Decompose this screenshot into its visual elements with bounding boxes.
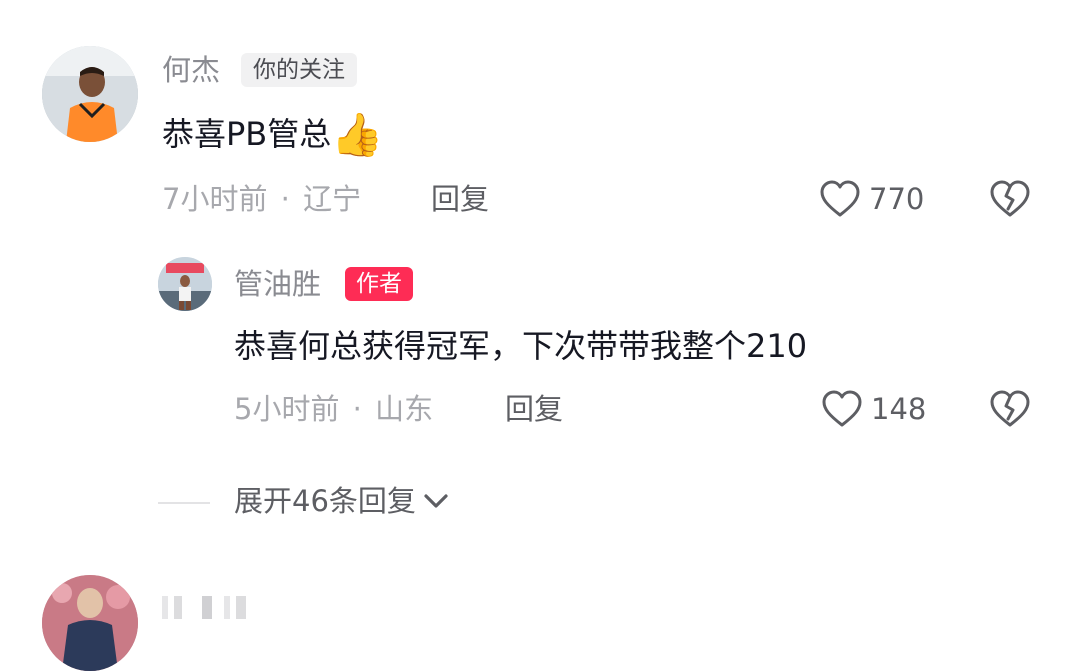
broken-heart-icon — [990, 390, 1030, 427]
replier-username[interactable]: 管油胜 — [234, 266, 321, 302]
like-count: 770 — [869, 182, 925, 216]
reply-like-button[interactable] — [821, 389, 863, 429]
reply-meta: 5小时前 · 山东 — [234, 391, 433, 427]
commenter-username[interactable]: 何杰 — [162, 52, 220, 88]
dislike-button[interactable] — [989, 179, 1031, 219]
broken-heart-icon — [990, 180, 1030, 217]
expand-replies-button[interactable]: 展开46条回复 — [234, 483, 450, 519]
author-tag: 作者 — [345, 267, 413, 301]
reply-text: 恭喜何总获得冠军，下次带带我整个210 — [234, 327, 808, 365]
reply-time: 5小时前 — [234, 392, 340, 426]
reply-like-count: 148 — [871, 392, 927, 426]
comment-meta: 7小时前 · 辽宁 — [162, 181, 361, 217]
reply-dislike-button[interactable] — [989, 389, 1031, 429]
meta-separator: · — [280, 182, 290, 216]
loading-text-bars — [162, 596, 246, 619]
thumbs-up-emoji: 👍 — [331, 110, 384, 159]
comment-time: 7小时前 — [162, 182, 268, 216]
comment-text: 恭喜PB管总👍 — [162, 114, 384, 156]
reply-location: 山东 — [375, 392, 434, 426]
like-button[interactable] — [819, 179, 861, 219]
reply-to-reply-button[interactable]: 回复 — [505, 391, 563, 427]
next-commenter-avatar[interactable] — [42, 575, 138, 671]
heart-outline-icon — [820, 180, 860, 217]
next-comment-username-placeholder — [162, 592, 262, 619]
following-tag: 你的关注 — [241, 53, 357, 87]
avatar-photo — [42, 46, 138, 142]
chevron-down-icon — [424, 494, 448, 508]
commenter-avatar[interactable] — [42, 46, 138, 142]
avatar-photo — [158, 257, 212, 311]
heart-outline-icon — [822, 390, 862, 427]
meta-separator: · — [352, 392, 362, 426]
avatar-photo — [42, 575, 138, 671]
replier-avatar[interactable] — [158, 257, 212, 311]
reply-button[interactable]: 回复 — [431, 181, 489, 217]
expand-divider — [158, 502, 210, 504]
expand-replies-label: 展开46条回复 — [234, 484, 416, 518]
comment-location: 辽宁 — [303, 182, 362, 216]
comment-text-content: 恭喜PB管总 — [162, 115, 332, 153]
